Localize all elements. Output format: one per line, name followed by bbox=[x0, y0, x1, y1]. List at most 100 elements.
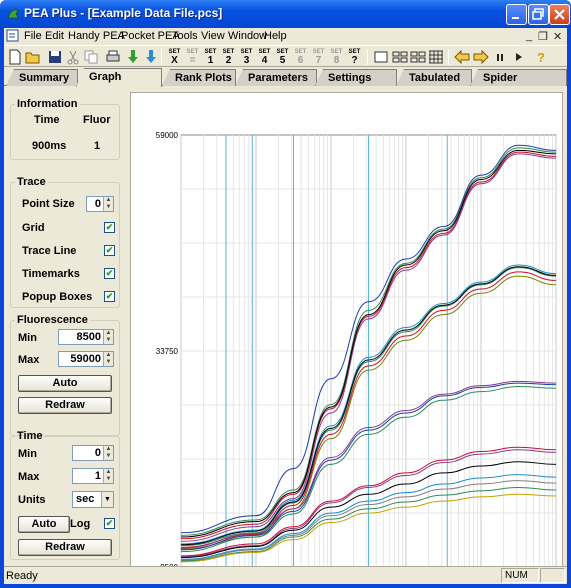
stepper-arrows-icon[interactable]: ▲ ▼ bbox=[103, 197, 113, 211]
popup-boxes-checkbox[interactable]: ✔ bbox=[104, 291, 115, 302]
num-lock-indicator: NUM bbox=[501, 568, 539, 583]
set-button-3[interactable]: SET 3 bbox=[238, 48, 255, 66]
menu-edit[interactable]: Edit bbox=[45, 30, 64, 42]
tab-strip: Summary Graph Rank Plots Parameters Sett… bbox=[4, 68, 567, 87]
play-icon[interactable] bbox=[510, 49, 526, 65]
menu-file[interactable]: File bbox=[24, 30, 42, 42]
back-arrow-icon[interactable] bbox=[454, 49, 470, 65]
set-button-4[interactable]: SET 4 bbox=[256, 48, 273, 66]
chevron-down-icon[interactable]: ▼ bbox=[101, 492, 113, 507]
timemarks-label: Timemarks bbox=[22, 268, 80, 280]
menu-bar: File Edit Handy PEA Pocket PEA Tools Vie… bbox=[4, 28, 567, 44]
tab-parameters[interactable]: Parameters bbox=[235, 69, 317, 86]
stepper-arrows-icon[interactable]: ▲ ▼ bbox=[103, 330, 113, 344]
fluorescence-legend: Fluorescence bbox=[17, 314, 88, 326]
download-arrow-icon[interactable] bbox=[125, 49, 141, 65]
forward-arrow-icon[interactable] bbox=[473, 49, 489, 65]
menu-handy-pea[interactable]: Handy PEA bbox=[68, 30, 125, 42]
timemarks-checkbox[interactable]: ✔ bbox=[104, 268, 115, 279]
settings-panel: Information Time Fluor 900ms 1 Trace Poi… bbox=[8, 92, 124, 580]
new-file-icon[interactable] bbox=[7, 49, 23, 65]
tab-summary[interactable]: Summary bbox=[6, 69, 78, 86]
save-icon[interactable] bbox=[47, 49, 63, 65]
maximize-button[interactable] bbox=[528, 4, 549, 25]
close-icon bbox=[554, 9, 565, 20]
time-units-select[interactable]: sec ▼ bbox=[72, 491, 114, 508]
set-button-query[interactable]: SET? bbox=[346, 48, 363, 66]
toolbar: SET X SET = SET 1 SET 2 SET 3 SET 4 SET 5 SET 6 … bbox=[4, 45, 567, 67]
time-auto-button[interactable]: Auto bbox=[18, 516, 70, 533]
set-button-1[interactable]: SET 1 bbox=[202, 48, 219, 66]
fluor-min-stepper[interactable]: 8500 ▲ ▼ bbox=[58, 329, 114, 345]
tab-spider[interactable]: Spider bbox=[470, 69, 567, 86]
information-legend: Information bbox=[17, 98, 78, 110]
pause-icon[interactable] bbox=[492, 49, 508, 65]
set-button-8[interactable]: SET 8 bbox=[328, 48, 345, 66]
time-units-label: Units bbox=[18, 494, 46, 506]
info-time-value: 900ms bbox=[32, 140, 67, 152]
chart-svg: 5900033750850010^110^6Time (usec) bbox=[156, 131, 557, 588]
stepper-arrows-icon[interactable]: ▲ ▼ bbox=[103, 469, 113, 483]
fluorescence-chart[interactable]: 5900033750850010^110^6Time (usec) bbox=[130, 92, 563, 588]
title-bar[interactable]: PEA Plus - [Example Data File.pcs] bbox=[0, 0, 571, 28]
set-button-7[interactable]: SET 7 bbox=[310, 48, 327, 66]
time-max-stepper[interactable]: 1 ▲ ▼ bbox=[72, 468, 114, 484]
mdi-restore-icon[interactable]: ❐ bbox=[538, 30, 548, 43]
point-size-label: Point Size bbox=[22, 198, 75, 210]
time-log-checkbox[interactable]: ✔ bbox=[104, 518, 115, 529]
point-size-stepper[interactable]: 0 ▲ ▼ bbox=[86, 196, 114, 212]
set-button-x[interactable]: SET X bbox=[166, 48, 183, 66]
four-view-icon[interactable] bbox=[410, 49, 426, 65]
fluor-max-label: Max bbox=[18, 354, 40, 366]
tab-tabulated[interactable]: Tabulated bbox=[396, 69, 472, 86]
info-fluor-value: 1 bbox=[94, 140, 101, 152]
status-empty-pane bbox=[540, 568, 565, 583]
menu-pocket-pea[interactable]: Pocket PEA bbox=[121, 30, 180, 42]
mdi-minimize-icon[interactable]: _ bbox=[526, 30, 532, 42]
status-bar: Ready NUM bbox=[4, 566, 567, 584]
tab-rank-plots[interactable]: Rank Plots bbox=[162, 69, 236, 86]
trace-legend: Trace bbox=[17, 176, 46, 188]
fluor-redraw-button[interactable]: Redraw bbox=[18, 397, 112, 414]
fluor-max-value: 59000 bbox=[70, 353, 101, 365]
menu-tools[interactable]: Tools bbox=[172, 30, 198, 42]
tab-settings[interactable]: Settings bbox=[315, 69, 397, 86]
mdi-close-icon[interactable]: ✕ bbox=[553, 30, 562, 43]
stepper-arrows-icon[interactable]: ▲ ▼ bbox=[103, 446, 113, 460]
set-button-2[interactable]: SET 2 bbox=[220, 48, 237, 66]
menu-help[interactable]: Help bbox=[264, 30, 287, 42]
time-min-value: 0 bbox=[94, 447, 101, 459]
y-tick-label: 33750 bbox=[156, 347, 179, 356]
menu-view[interactable]: View bbox=[201, 30, 225, 42]
set-button-equal[interactable]: SET = bbox=[184, 48, 201, 66]
grid-label: Grid bbox=[22, 222, 45, 234]
document-icon[interactable] bbox=[6, 29, 19, 42]
restore-icon bbox=[532, 8, 544, 20]
stepper-arrows-icon[interactable]: ▲ ▼ bbox=[103, 352, 113, 366]
cut-icon[interactable] bbox=[65, 49, 81, 65]
menu-window[interactable]: Window bbox=[228, 30, 267, 42]
time-min-stepper[interactable]: 0 ▲ ▼ bbox=[72, 445, 114, 461]
set-button-5[interactable]: SET 5 bbox=[274, 48, 291, 66]
grid-checkbox[interactable]: ✔ bbox=[104, 222, 115, 233]
client-area: File Edit Handy PEA Pocket PEA Tools Vie… bbox=[4, 28, 567, 588]
close-button[interactable] bbox=[549, 4, 570, 25]
fluor-max-stepper[interactable]: 59000 ▲ ▼ bbox=[58, 351, 114, 367]
fluor-auto-button[interactable]: Auto bbox=[18, 375, 112, 392]
trace-line-checkbox[interactable]: ✔ bbox=[104, 245, 115, 256]
copy-icon[interactable] bbox=[83, 49, 99, 65]
toolbar-separator bbox=[367, 49, 368, 65]
time-units-value: sec bbox=[76, 493, 95, 505]
single-view-icon[interactable] bbox=[373, 49, 389, 65]
help-icon[interactable]: ? bbox=[533, 49, 549, 65]
print-icon[interactable] bbox=[105, 49, 121, 65]
open-folder-icon[interactable] bbox=[25, 49, 41, 65]
trace-line-label: Trace Line bbox=[22, 245, 77, 257]
tab-graph[interactable]: Graph bbox=[76, 68, 162, 87]
grid-view-icon[interactable] bbox=[428, 49, 444, 65]
two-view-icon[interactable] bbox=[392, 49, 408, 65]
minimize-button[interactable] bbox=[506, 4, 527, 25]
time-redraw-button[interactable]: Redraw bbox=[18, 539, 112, 556]
set-button-6[interactable]: SET 6 bbox=[292, 48, 309, 66]
download-blue-arrow-icon[interactable] bbox=[143, 49, 159, 65]
